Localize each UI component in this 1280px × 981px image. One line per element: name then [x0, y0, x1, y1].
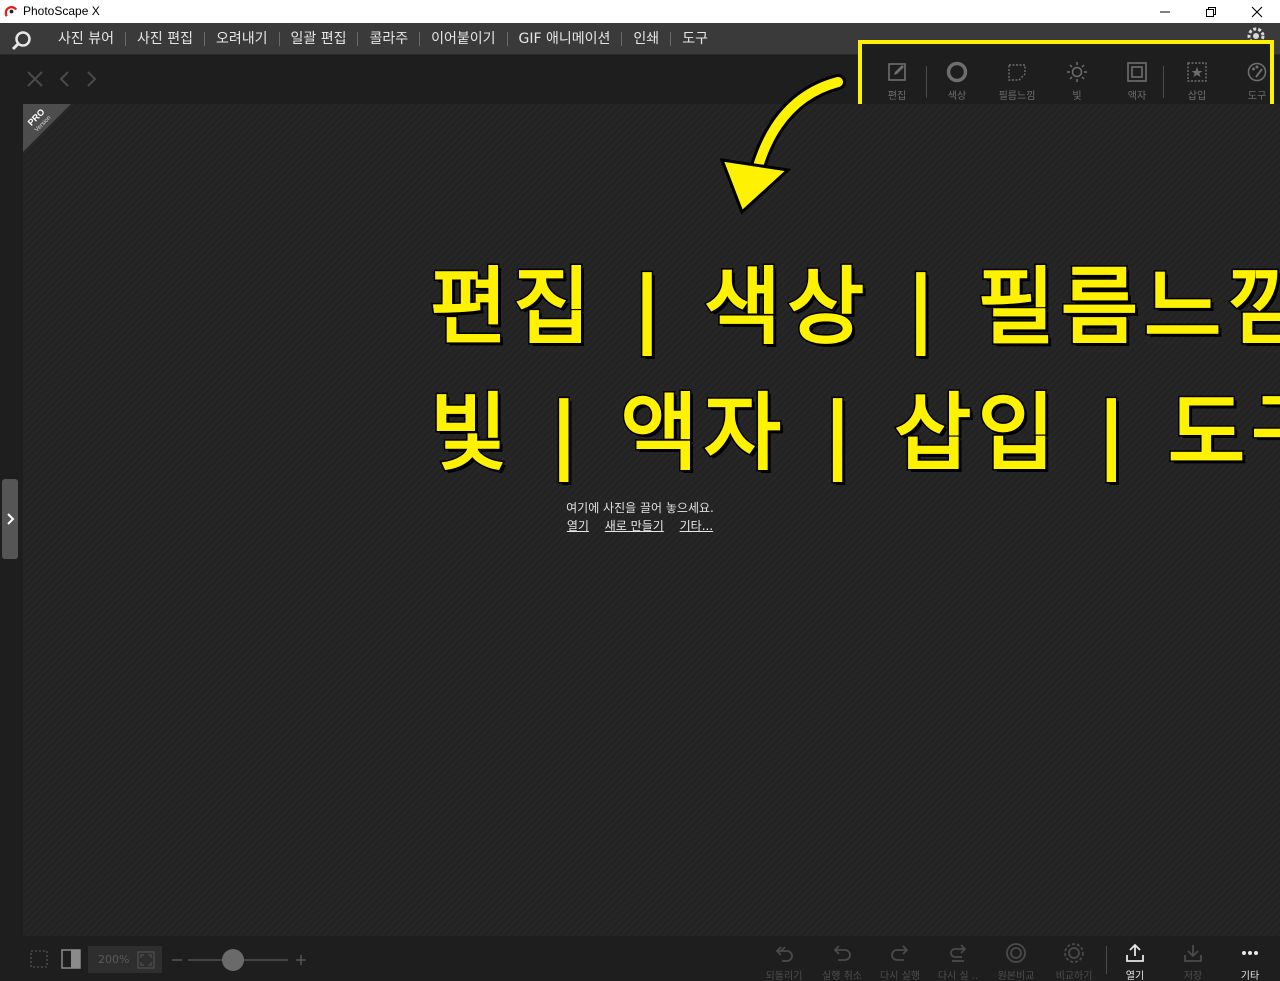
menu-item-4[interactable]: 콜라주	[358, 23, 419, 55]
tools-icon	[1247, 62, 1267, 82]
bottom-toolbar: 200% 되돌리기 실행 취소 다시 실행 다시 실 .. 원본비교 비교하기 열기 저장 기타	[0, 936, 1280, 981]
tool-label: 빛	[1072, 91, 1082, 102]
tool-tools[interactable]: 도구	[1232, 60, 1280, 104]
save-button[interactable]: 저장	[1165, 942, 1221, 981]
compare-icon	[1064, 943, 1084, 963]
annotation-row1: 편집 | 색상 | 필름느낌	[429, 257, 1280, 358]
minimize-icon	[1160, 11, 1170, 12]
frame-icon	[1127, 62, 1147, 82]
tool-label: 색상	[947, 91, 967, 102]
open-link[interactable]: 열기	[567, 519, 589, 533]
compare-button[interactable]: 비교하기	[1046, 942, 1102, 981]
revert-button[interactable]: 되돌리기	[756, 942, 812, 981]
pro-version-badge: PRO Version	[23, 104, 71, 152]
zoom-out-icon[interactable]	[171, 954, 183, 966]
menu-item-6[interactable]: GIF 애니메이션	[508, 23, 622, 55]
close-photo-icon[interactable]	[25, 69, 45, 89]
tool-separator	[1163, 66, 1164, 98]
action-label: 비교하기	[1055, 971, 1093, 981]
next-icon[interactable]	[81, 69, 101, 89]
split-view-icon[interactable]	[60, 948, 82, 970]
menu-items: 사진 뷰어 사진 편집 오려내기 일괄 편집 콜라주 이어붙이기 GIF 애니메이션 인쇄 도구	[47, 23, 719, 55]
more-link[interactable]: 기타...	[680, 519, 714, 533]
tool-label: 삽입	[1187, 91, 1207, 102]
menu-item-1[interactable]: 사진 편집	[126, 23, 204, 55]
tool-light[interactable]: 빛	[1052, 60, 1102, 104]
tool-color[interactable]: 색상	[932, 60, 982, 104]
revert-icon	[775, 946, 793, 962]
title-bar: PhotoScape X	[0, 0, 1280, 23]
tool-label: 액자	[1127, 91, 1147, 102]
menu-item-2[interactable]: 오려내기	[205, 23, 279, 55]
zoom-slider-knob[interactable]	[222, 949, 244, 971]
tool-label: 필름느낌	[998, 91, 1036, 102]
more-button[interactable]: 기타	[1222, 942, 1278, 981]
color-icon	[946, 61, 968, 83]
action-label: 원본비교	[997, 971, 1035, 981]
fit-screen-icon[interactable]	[136, 950, 156, 970]
redo-button[interactable]: 다시 실행	[872, 942, 928, 981]
previous-icon[interactable]	[55, 69, 75, 89]
redo-all-button[interactable]: 다시 실 ..	[930, 942, 986, 981]
action-label: 다시 실 ..	[937, 971, 979, 981]
close-icon	[1251, 6, 1263, 17]
menu-item-7[interactable]: 인쇄	[622, 23, 670, 55]
minimize-button[interactable]	[1142, 0, 1188, 23]
undo-icon	[833, 945, 851, 961]
drop-hint: 여기에 사진을 끌어 놓으세요.	[566, 501, 714, 515]
compare-original-button[interactable]: 원본비교	[988, 942, 1044, 981]
restore-button[interactable]	[1188, 0, 1234, 23]
annotation-arrow	[719, 74, 846, 215]
action-label: 되돌리기	[765, 971, 803, 981]
action-label: 기타	[1240, 971, 1260, 981]
tool-label: 편집	[887, 91, 907, 102]
close-window-button[interactable]	[1234, 0, 1280, 23]
menu-item-3[interactable]: 일괄 편집	[280, 23, 358, 55]
save-icon	[1184, 945, 1202, 962]
drop-links: 열기 새로 만들기 기타...	[0, 517, 1280, 534]
search-logo-icon[interactable]	[11, 29, 33, 51]
compare-original-icon	[1006, 943, 1026, 963]
tool-separator	[926, 66, 927, 98]
tool-film[interactable]: 필름느낌	[992, 60, 1042, 104]
action-label: 다시 실행	[880, 971, 920, 981]
menu-item-5[interactable]: 이어붙이기	[420, 23, 506, 55]
zoom-in-icon[interactable]	[295, 954, 307, 966]
menu-item-8[interactable]: 도구	[671, 23, 719, 55]
action-label: 실행 취소	[822, 971, 862, 981]
annotation-row2: 빛 | 액자 | 삽입 | 도구	[428, 383, 1280, 484]
open-icon	[1126, 943, 1144, 962]
photoscape-logo-icon	[4, 6, 18, 17]
window-title: PhotoScape X	[23, 4, 100, 18]
restore-icon	[1206, 6, 1216, 17]
action-label: 저장	[1183, 971, 1203, 981]
tool-label: 도구	[1247, 91, 1267, 102]
selection-icon[interactable]	[28, 948, 50, 970]
undo-button[interactable]: 실행 취소	[814, 942, 870, 981]
tool-edit[interactable]: 편집	[872, 60, 922, 104]
light-icon	[1067, 62, 1087, 82]
redo-all-icon	[950, 944, 967, 962]
menu-item-0[interactable]: 사진 뷰어	[47, 23, 125, 55]
action-label: 열기	[1125, 971, 1145, 981]
edit-icon	[888, 63, 906, 81]
redo-icon	[891, 945, 909, 961]
new-link[interactable]: 새로 만들기	[605, 519, 664, 533]
more-icon	[1242, 951, 1258, 955]
insert-icon	[1187, 62, 1207, 82]
open-button[interactable]: 열기	[1107, 942, 1163, 981]
tool-frame[interactable]: 액자	[1112, 60, 1162, 104]
tool-insert[interactable]: 삽입	[1172, 60, 1222, 104]
film-icon	[1008, 64, 1026, 81]
